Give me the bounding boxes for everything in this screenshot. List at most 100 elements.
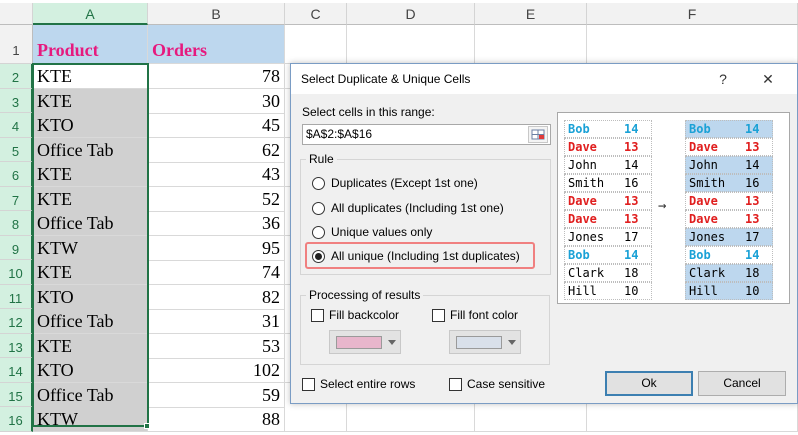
row-header-7[interactable]: 7 [0, 186, 33, 211]
cell-e1[interactable] [475, 25, 587, 64]
processing-group-label: Processing of results [306, 288, 424, 302]
product-cell[interactable]: Office Tab [33, 382, 148, 408]
cancel-button[interactable]: Cancel [698, 371, 786, 396]
empty-cell[interactable] [285, 407, 347, 432]
empty-cell[interactable] [475, 407, 587, 432]
product-cell[interactable]: KTW [33, 235, 148, 261]
header-orders[interactable]: Orders [148, 25, 285, 64]
row-header-3[interactable]: 3 [0, 88, 33, 113]
preview-name: John [568, 158, 597, 172]
product-cell[interactable]: Office Tab [33, 309, 148, 334]
orders-cell[interactable]: 95 [148, 235, 285, 261]
fill-fontcolor-checkbox[interactable] [432, 309, 445, 322]
row-header-1[interactable]: 1 [0, 25, 33, 64]
orders-cell[interactable]: 78 [148, 64, 285, 89]
close-button[interactable]: ✕ [756, 68, 780, 90]
row-header-4[interactable]: 4 [0, 113, 33, 138]
preview-number: 10 [745, 284, 760, 298]
row-header-12[interactable]: 12 [0, 309, 33, 334]
product-cell[interactable]: KTE [33, 88, 148, 114]
product-cell[interactable]: KTE [33, 186, 148, 212]
orders-cell[interactable]: 30 [148, 88, 285, 114]
backcolor-picker[interactable] [329, 330, 401, 354]
column-header-e[interactable]: E [475, 3, 587, 25]
orders-cell[interactable]: 59 [148, 382, 285, 408]
radio-duplicates-except-first[interactable] [312, 177, 325, 190]
orders-cell[interactable]: 45 [148, 113, 285, 138]
product-cell[interactable]: Office Tab [33, 137, 148, 163]
orders-cell[interactable]: 31 [148, 309, 285, 334]
product-cell[interactable]: KTO [33, 358, 148, 383]
range-picker-icon[interactable] [528, 126, 548, 143]
orders-cell[interactable]: 102 [148, 358, 285, 383]
ok-button[interactable]: Ok [605, 371, 693, 396]
product-cell[interactable]: Office Tab [33, 211, 148, 236]
select-all-corner[interactable] [0, 3, 33, 25]
column-header-b[interactable]: B [148, 3, 285, 25]
empty-cell[interactable] [347, 407, 475, 432]
row-header-8[interactable]: 8 [0, 211, 33, 236]
preview-name: Dave [568, 140, 597, 154]
preview-number: 18 [745, 266, 760, 280]
fill-fontcolor-label: Fill font color [450, 308, 519, 322]
row-header-5[interactable]: 5 [0, 137, 33, 162]
header-product[interactable]: Product [33, 25, 148, 64]
select-duplicate-unique-dialog: Select Duplicate & Unique Cells ? ✕ Sele… [290, 63, 798, 404]
range-input[interactable]: $A$2:$A$16 [302, 124, 551, 145]
preview-number: 14 [745, 248, 760, 262]
row-header-10[interactable]: 10 [0, 260, 33, 285]
chevron-down-icon [388, 340, 396, 345]
product-cell[interactable]: KTW [33, 407, 148, 432]
row-header-14[interactable]: 14 [0, 358, 33, 383]
product-cell[interactable]: KTO [33, 113, 148, 138]
range-label: Select cells in this range: [302, 105, 435, 119]
orders-cell[interactable]: 82 [148, 284, 285, 310]
cell-c1[interactable] [285, 25, 347, 64]
cell-f1[interactable] [587, 25, 798, 64]
fill-handle[interactable] [144, 423, 150, 429]
orders-cell[interactable]: 53 [148, 333, 285, 359]
help-button[interactable]: ? [711, 68, 735, 90]
rule-group-label: Rule [306, 152, 337, 166]
preview-name: Dave [568, 212, 597, 226]
fill-backcolor-label: Fill backcolor [329, 308, 400, 322]
row-header-9[interactable]: 9 [0, 235, 33, 260]
radio-all-duplicates[interactable] [312, 202, 325, 215]
row-header-16[interactable]: 16 [0, 407, 33, 432]
orders-cell[interactable]: 74 [148, 260, 285, 285]
product-cell[interactable]: KTE [33, 64, 148, 89]
column-header-f[interactable]: F [587, 3, 798, 25]
product-cell[interactable]: KTE [33, 260, 148, 285]
empty-cell[interactable] [587, 407, 798, 432]
radio-unique-only[interactable] [312, 226, 325, 239]
backcolor-swatch [336, 336, 382, 349]
preview-name: Hill [689, 284, 718, 298]
product-cell[interactable]: KTO [33, 284, 148, 310]
row-header-11[interactable]: 11 [0, 284, 33, 309]
orders-cell[interactable]: 36 [148, 211, 285, 236]
row-header-13[interactable]: 13 [0, 333, 33, 358]
radio-all-unique[interactable] [312, 250, 325, 263]
dialog-titlebar[interactable]: Select Duplicate & Unique Cells ? ✕ [291, 64, 797, 94]
orders-cell[interactable]: 43 [148, 162, 285, 187]
row-header-15[interactable]: 15 [0, 382, 33, 407]
orders-cell[interactable]: 62 [148, 137, 285, 163]
orders-cell[interactable]: 88 [148, 407, 285, 432]
cell-d1[interactable] [347, 25, 475, 64]
row-header-2[interactable]: 2 [0, 64, 33, 89]
product-cell[interactable]: KTE [33, 333, 148, 359]
case-sensitive-checkbox[interactable] [449, 378, 462, 391]
preview-name: John [689, 158, 718, 172]
product-cell[interactable]: KTE [33, 162, 148, 187]
column-header-d[interactable]: D [347, 3, 475, 25]
dialog-title: Select Duplicate & Unique Cells [301, 72, 471, 86]
fill-backcolor-checkbox[interactable] [311, 309, 324, 322]
preview-name: Dave [689, 194, 718, 208]
row-header-6[interactable]: 6 [0, 162, 33, 187]
column-header-c[interactable]: C [285, 3, 347, 25]
select-entire-rows-checkbox[interactable] [302, 378, 315, 391]
column-header-a[interactable]: A [33, 3, 148, 25]
orders-cell[interactable]: 52 [148, 186, 285, 212]
fontcolor-picker[interactable] [449, 330, 521, 354]
preview-number: 14 [745, 122, 760, 136]
